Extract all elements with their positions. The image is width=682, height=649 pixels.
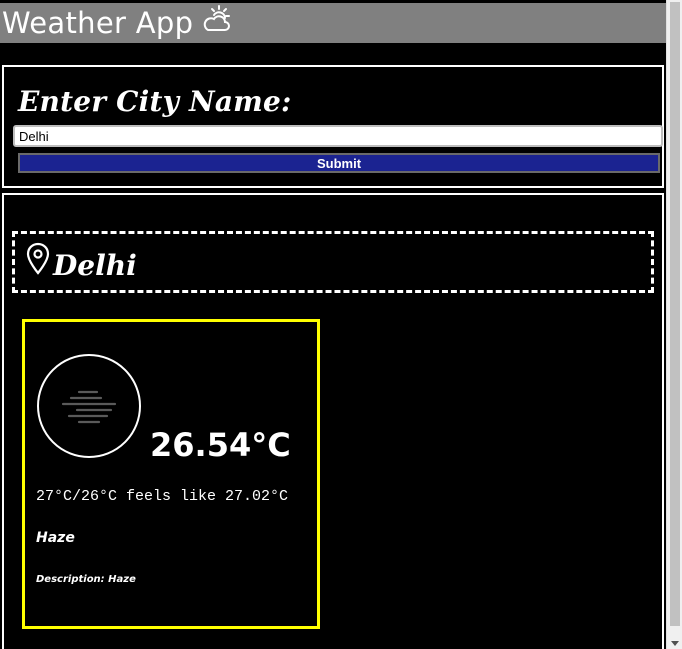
weather-card: 26.54°C 27°C/26°C feels like 27.02°C Haz… — [22, 319, 320, 629]
submit-button[interactable]: Submit — [18, 153, 660, 173]
weather-description: Description: Haze — [36, 574, 136, 585]
temperature-range: 27°C/26°C feels like 27.02°C — [36, 488, 289, 505]
partly-cloudy-icon — [204, 5, 231, 31]
app-header: Weather App — [0, 3, 666, 43]
map-pin-icon — [26, 242, 50, 275]
weather-icon-frame — [37, 354, 141, 458]
vertical-scrollbar[interactable] — [666, 0, 682, 649]
haze-icon — [61, 390, 117, 424]
scrollbar-thumb[interactable] — [670, 2, 680, 626]
city-name-label: Enter City Name: — [18, 85, 292, 118]
location-name: Delhi — [53, 248, 137, 282]
app-viewport: Weather App Enter City Name: Submit Delh… — [0, 0, 666, 649]
scroll-down-arrow-icon[interactable] — [671, 641, 679, 646]
app-title: Weather App — [2, 6, 194, 40]
search-panel: Enter City Name: Submit — [2, 65, 664, 188]
result-panel: Delhi 26.54°C 27°C/26°C feels like 27.02… — [2, 193, 664, 649]
weather-condition: Haze — [36, 530, 75, 546]
temperature: 26.54°C — [150, 426, 291, 464]
location-header: Delhi — [12, 231, 654, 293]
city-input[interactable] — [13, 125, 663, 147]
